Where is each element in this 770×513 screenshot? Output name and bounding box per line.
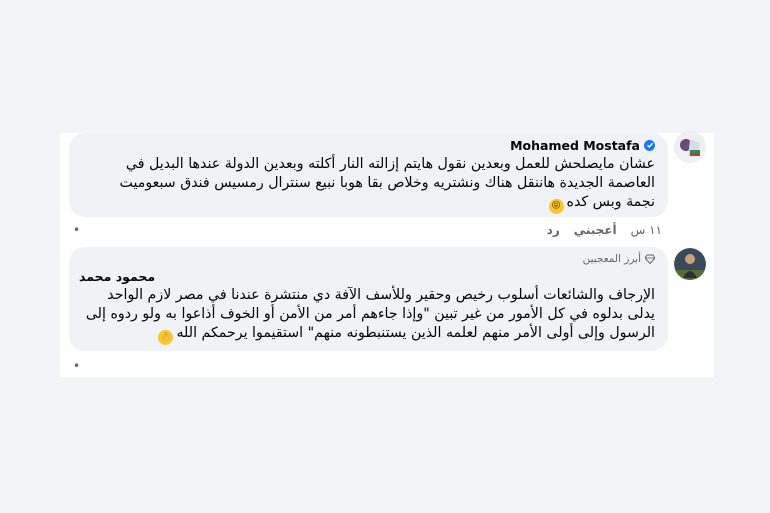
top-fan-label: أبرز المعجبين <box>582 253 641 265</box>
top-fan-badge: أبرز المعجبين <box>79 252 655 266</box>
verified-badge-icon <box>644 139 655 151</box>
comment-author-name[interactable]: محمود محمد <box>79 269 155 284</box>
separator-dot: • <box>73 359 81 373</box>
comment-bubble: Mohamed Mostafa عشان مايصلحش للعمل وبعدي… <box>69 133 668 217</box>
comment-text: عشان مايصلحش للعمل وبعدين نقول هايتم إزا… <box>79 155 655 214</box>
avatar[interactable] <box>674 131 706 163</box>
reply-button[interactable]: رد <box>547 223 560 237</box>
comment-author-row: Mohamed Mostafa <box>79 137 655 153</box>
diamond-icon <box>645 254 655 264</box>
comments-panel: Mohamed Mostafa عشان مايصلحش للعمل وبعدي… <box>60 131 714 377</box>
comment-actions: ١١ س أعجبني رد <box>547 223 662 237</box>
comment-text-content: عشان مايصلحش للعمل وبعدين نقول هايتم إزا… <box>119 156 655 210</box>
face-with-tongue-emoji: 😝 <box>548 199 564 214</box>
ok-hand-emoji: 👌 <box>158 330 174 345</box>
avatar[interactable] <box>674 248 706 280</box>
comment-author-row: محمود محمد <box>79 268 655 284</box>
comment-bubble: أبرز المعجبين محمود محمد الإرجاف والشائع… <box>69 247 668 351</box>
like-button[interactable]: أعجبني <box>574 223 617 237</box>
comment-item: أبرز المعجبين محمود محمد الإرجاف والشائع… <box>60 245 714 375</box>
comment-text: الإرجاف والشائعات أسلوب رخيص وحقير وللأس… <box>79 286 655 345</box>
separator-dot: • <box>73 223 81 237</box>
comment-author-name[interactable]: Mohamed Mostafa <box>510 138 640 153</box>
comment-item: Mohamed Mostafa عشان مايصلحش للعمل وبعدي… <box>60 131 714 243</box>
comment-timestamp[interactable]: ١١ س <box>631 223 662 237</box>
